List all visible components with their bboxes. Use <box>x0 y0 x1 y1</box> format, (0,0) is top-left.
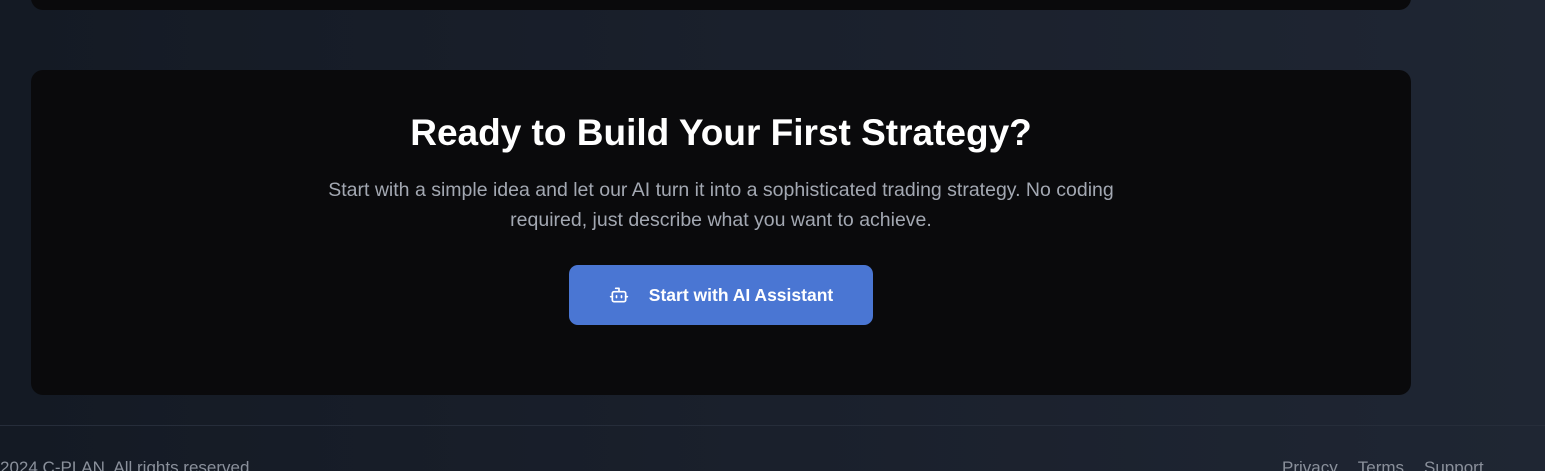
footer-link-support[interactable]: Support <box>1424 458 1484 471</box>
start-ai-assistant-label: Start with AI Assistant <box>648 284 834 305</box>
start-ai-assistant-button[interactable]: Start with AI Assistant <box>569 265 873 325</box>
previous-section-card <box>31 0 1411 10</box>
bot-icon <box>609 285 629 305</box>
footer-copyright: 2024 C-PLAN. All rights reserved. <box>0 458 255 471</box>
footer-link-terms[interactable]: Terms <box>1358 458 1404 471</box>
footer-links: Privacy Terms Support <box>1282 458 1484 471</box>
footer-divider <box>0 425 1545 426</box>
cta-title: Ready to Build Your First Strategy? <box>410 112 1032 153</box>
cta-description: Start with a simple idea and let our AI … <box>328 179 1114 231</box>
cta-card: Ready to Build Your First Strategy? Star… <box>31 70 1411 395</box>
footer-link-privacy[interactable]: Privacy <box>1282 458 1338 471</box>
